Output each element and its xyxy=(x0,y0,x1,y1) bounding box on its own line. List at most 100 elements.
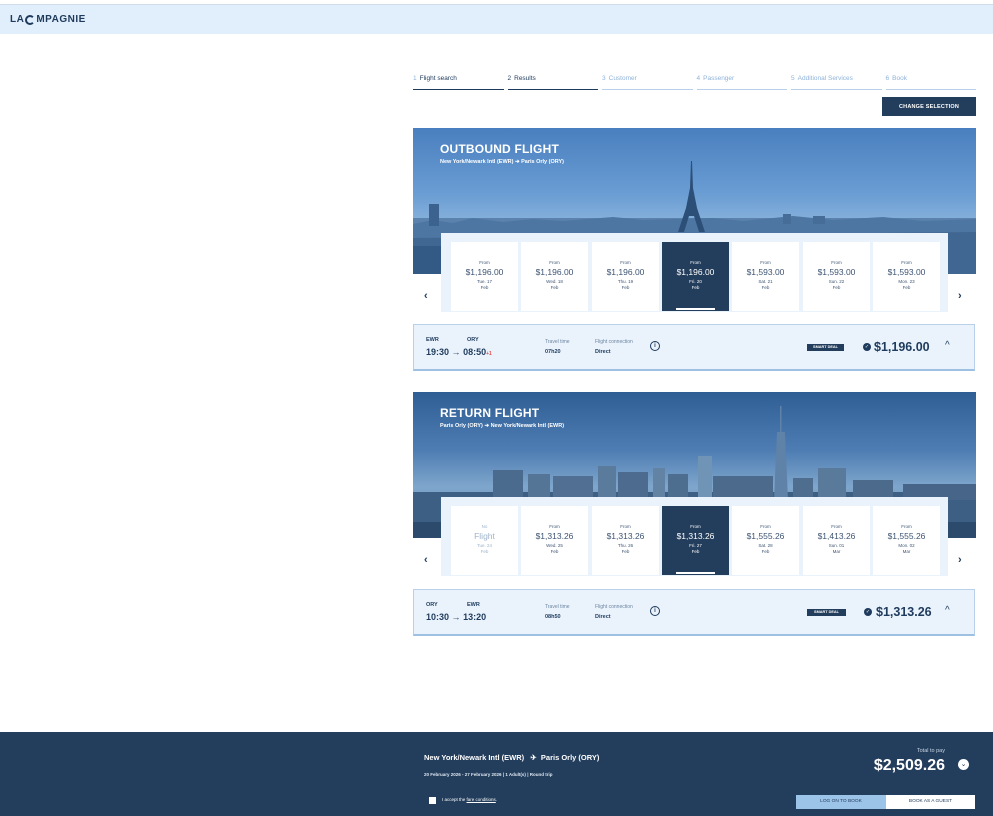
info-icon[interactable]: i xyxy=(650,606,660,616)
date-from-label: From xyxy=(760,260,771,265)
smart-deal-badge: SMART DEAL xyxy=(807,609,846,616)
step-results[interactable]: 2 Results xyxy=(507,74,598,90)
chevron-up-icon[interactable]: ^ xyxy=(945,605,950,616)
date-month: Feb xyxy=(480,549,489,555)
return-route: Paris Orly (ORY) ➔ New York/Newark Intl … xyxy=(440,423,564,429)
footer-origin: New York/Newark Intl (EWR) xyxy=(424,753,525,762)
return-price: $1,313.26 xyxy=(876,605,932,619)
departure-time: 10:30 xyxy=(426,612,450,622)
step-passenger[interactable]: 4 Passenger xyxy=(696,74,787,90)
date-label: Sun. 01 Mar xyxy=(803,543,870,556)
outbound-date-card[interactable]: From $1,196.00 Wed. 18 Feb xyxy=(521,242,588,311)
return-date-card[interactable]: From $1,555.26 Mon. 02 Mar xyxy=(873,506,940,575)
return-date-card[interactable]: From $1,555.26 Sat. 28 Feb xyxy=(732,506,799,575)
date-month: Feb xyxy=(621,285,630,291)
date-label: Sat. 21 Feb xyxy=(732,279,799,292)
selected-indicator xyxy=(676,308,715,310)
date-label: Tue. 24 Feb xyxy=(451,543,518,556)
date-price: $1,555.26 xyxy=(746,531,785,541)
step-customer[interactable]: 3 Customer xyxy=(602,74,693,90)
date-month: Feb xyxy=(480,285,489,291)
step-label: Additional Services xyxy=(797,75,853,82)
date-month: Feb xyxy=(550,549,559,555)
chevron-left-icon[interactable]: ‹ xyxy=(424,290,428,302)
step-label: Passenger xyxy=(703,75,735,82)
return-date-card[interactable]: From $1,413.26 Sun. 01 Mar xyxy=(803,506,870,575)
date-label: Sat. 28 Feb xyxy=(732,543,799,556)
travel-time-value: 07h20 xyxy=(545,349,561,355)
step-number: 4 xyxy=(696,75,701,82)
connection-value: Direct xyxy=(595,614,611,620)
plane-icon: ✈ xyxy=(526,753,539,762)
return-date-card[interactable]: From $1,313.26 Wed. 25 Feb xyxy=(521,506,588,575)
arrival-time: 08:50 xyxy=(463,347,487,357)
return-title: RETURN FLIGHT xyxy=(440,406,540,420)
step-book[interactable]: 6 Book xyxy=(885,74,976,90)
date-price: $1,196.00 xyxy=(676,267,715,277)
date-price: $1,555.26 xyxy=(887,531,926,541)
date-price: $1,313.26 xyxy=(676,531,715,541)
travel-time-value: 08h50 xyxy=(545,614,561,620)
outbound-date-card[interactable]: From $1,196.00 Tue. 17 Feb xyxy=(451,242,518,311)
step-additional-services[interactable]: 5 Additional Services xyxy=(791,74,882,90)
return-date-card[interactable]: From $1,313.26 Thu. 26 Feb xyxy=(592,506,659,575)
flight-times: 10:30 → 13:20 xyxy=(426,612,486,622)
date-label: Wed. 25 Feb xyxy=(521,543,588,556)
step-number: 1 xyxy=(413,75,417,82)
outbound-date-card[interactable]: From $1,593.00 Mon. 23 Feb xyxy=(873,242,940,311)
date-month: Feb xyxy=(832,285,841,291)
step-label: Results xyxy=(514,75,536,82)
trip-type: Round trip xyxy=(529,772,553,777)
outbound-flight-summary[interactable]: EWR ORY 19:30 → 08:50+1 Travel time 07h2… xyxy=(413,324,975,371)
check-icon: ✓ xyxy=(863,343,871,351)
return-flight-summary[interactable]: ORY EWR 10:30 → 13:20 Travel time 08h50 … xyxy=(413,589,975,636)
date-from-label: From xyxy=(549,260,560,265)
return-date-card-selected[interactable]: From $1,313.26 Fri. 27 Feb xyxy=(662,506,729,575)
date-from-label: From xyxy=(901,260,912,265)
logo-c-icon xyxy=(25,14,36,25)
outbound-date-card-selected[interactable]: From $1,196.00 Fri. 20 Feb xyxy=(662,242,729,311)
date-from-label: From xyxy=(690,260,701,265)
chevron-up-icon[interactable]: ^ xyxy=(945,340,950,351)
step-number: 2 xyxy=(507,75,512,82)
total-label: Total to pay xyxy=(916,748,945,754)
selected-indicator xyxy=(676,572,715,574)
change-selection-button[interactable]: CHANGE SELECTION xyxy=(882,97,976,116)
return-date-selector: No Flight Tue. 24 Feb From $1,313.26 Wed. 25 F… xyxy=(441,497,948,576)
outbound-date-selector: From $1,196.00 Tue. 17 Feb From $1,196.00 Wed… xyxy=(441,233,948,312)
date-label: Tue. 17 Feb xyxy=(451,279,518,292)
step-number: 5 xyxy=(791,75,795,82)
outbound-date-card[interactable]: From $1,196.00 Thu. 19 Feb xyxy=(592,242,659,311)
outbound-date-card[interactable]: From $1,593.00 Sat. 21 Feb xyxy=(732,242,799,311)
step-flight-search[interactable]: 1 Flight search xyxy=(413,74,504,90)
date-price: $1,313.26 xyxy=(535,531,574,541)
outbound-origin: New York/Newark Intl (EWR) xyxy=(440,159,514,165)
check-icon: ✓ xyxy=(864,608,872,616)
date-month: Feb xyxy=(761,549,770,555)
brand-logo[interactable]: LA MPAGNIE xyxy=(10,14,86,25)
travel-time-label: Travel time xyxy=(545,339,570,345)
outbound-date-card[interactable]: From $1,593.00 Sun. 22 Feb xyxy=(803,242,870,311)
footer-trip-details: 20 February 2026 - 27 February 2026 | 1 … xyxy=(424,772,552,777)
trip-dates: 20 February 2026 - 27 February 2026 xyxy=(424,772,502,777)
log-on-to-book-button[interactable]: LOG ON TO BOOK xyxy=(796,795,886,809)
book-as-guest-button[interactable]: BOOK AS A GUEST xyxy=(886,795,975,809)
chevron-left-icon[interactable]: ‹ xyxy=(424,554,428,566)
total-price: $2,509.26 xyxy=(873,757,945,774)
departure-airport-code: EWR xyxy=(426,337,439,343)
return-date-card-unavailable: No Flight Tue. 24 Feb xyxy=(451,506,518,575)
chevron-right-icon[interactable]: › xyxy=(958,290,962,302)
date-from-label: From xyxy=(690,524,701,529)
date-price: $1,196.00 xyxy=(535,267,574,277)
fare-conditions-link[interactable]: fare conditions xyxy=(467,797,496,802)
date-label: Thu. 26 Feb xyxy=(592,543,659,556)
info-icon[interactable]: i xyxy=(650,341,660,351)
chevron-down-icon[interactable]: ⌄ xyxy=(958,759,969,770)
arrow-right-icon: ➔ xyxy=(514,159,520,165)
fare-conditions-checkbox[interactable] xyxy=(429,797,436,804)
date-month: Mar xyxy=(902,549,911,555)
arrival-time: 13:20 xyxy=(463,612,487,622)
chevron-right-icon[interactable]: › xyxy=(958,554,962,566)
date-price: $1,593.00 xyxy=(887,267,926,277)
date-month: Feb xyxy=(691,549,700,555)
